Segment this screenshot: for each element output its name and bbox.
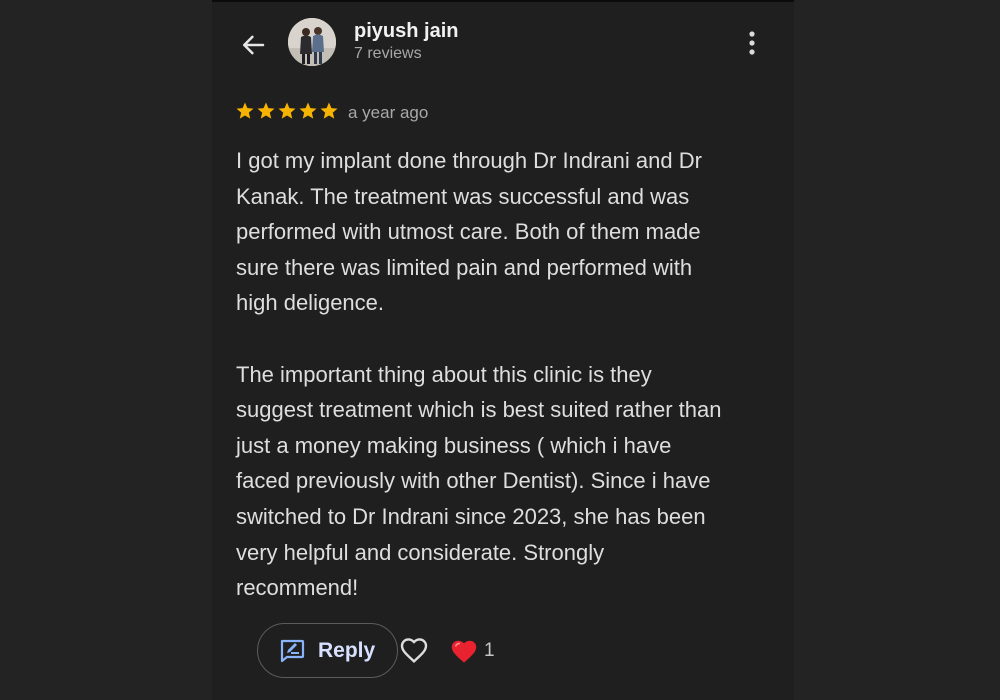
arrow-left-icon [243,35,265,55]
more-options-button[interactable] [740,28,764,58]
avatar[interactable] [288,18,336,66]
reviewer-name[interactable]: piyush jain [354,20,458,43]
star-icon [278,102,296,119]
star-icon [236,102,254,119]
review-screen: piyush jain 7 reviews a year ago I got m… [212,0,794,700]
avatar-photo [288,18,336,66]
reaction-count: 1 [484,640,495,661]
star-rating [235,101,339,121]
review-count: 7 reviews [354,45,422,62]
star-icon [320,102,338,119]
like-button[interactable] [398,634,430,666]
review-text: I got my implant done through Dr Indrani… [236,148,722,601]
back-button[interactable] [238,30,268,60]
more-vert-icon [749,31,755,55]
heart-outline-icon [400,638,428,663]
reply-button[interactable]: Reply [257,623,398,678]
star-icon [299,102,317,119]
reply-edit-icon [280,639,305,662]
red-heart-icon [451,640,477,663]
reply-label: Reply [318,638,376,662]
star-icon [257,102,275,119]
review-time: a year ago [348,103,429,122]
